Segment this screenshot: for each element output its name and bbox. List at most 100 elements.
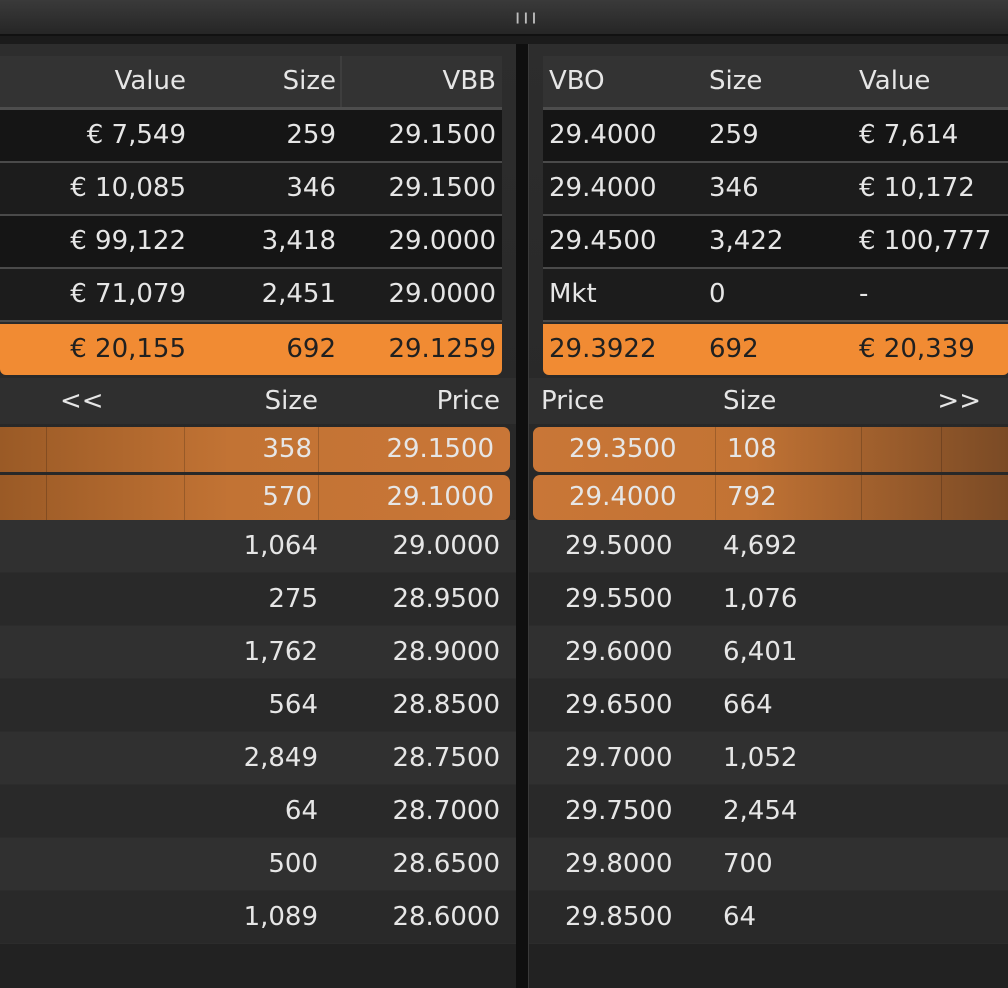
ask-book-row[interactable]: 29.6500 664 <box>529 679 1008 732</box>
pane-splitter[interactable] <box>516 44 528 988</box>
ask-book-row[interactable]: 29.8000 700 <box>529 838 1008 891</box>
column-header-value[interactable]: Value <box>115 56 186 107</box>
column-header-vbb[interactable]: VBB <box>443 56 496 107</box>
column-header-size[interactable]: Size <box>709 56 762 107</box>
size-cell: 2,451 <box>261 279 336 309</box>
value-cell: € 10,085 <box>70 173 186 203</box>
ask-summary-row[interactable]: 29.4000 346 € 10,172 <box>543 163 1008 216</box>
column-header-vbo[interactable]: VBO <box>549 56 605 107</box>
bid-book-row[interactable]: 570 29.1000 <box>0 475 510 520</box>
bid-summary-row[interactable]: € 99,122 3,418 29.0000 <box>0 216 502 269</box>
size-cell: 1,089 <box>243 902 318 932</box>
price-cell: 29.6000 <box>565 637 673 667</box>
bid-book-header: << Size Price <box>0 378 516 424</box>
size-cell: 64 <box>723 902 757 932</box>
bid-book-row[interactable]: 1,064 29.0000 <box>0 520 516 573</box>
ask-summary-row[interactable]: Mkt 0 - <box>543 269 1008 322</box>
bid-summary-table: Value Size VBB € 7,549 259 29.1500 € 10,… <box>0 56 502 375</box>
value-cell: € 20,339 <box>859 334 975 364</box>
vbb-cell: 29.1500 <box>388 173 496 203</box>
size-cell: 700 <box>723 849 773 879</box>
size-cell: 0 <box>709 279 726 309</box>
size-cell: 346 <box>709 173 759 203</box>
size-cell: 259 <box>286 120 336 150</box>
ask-book-row[interactable]: 29.7500 2,454 <box>529 785 1008 838</box>
ask-order-book: Price Size >> 29.3500 108 29.4000 792 29… <box>529 378 1008 944</box>
size-cell: 346 <box>286 173 336 203</box>
size-cell: 2,849 <box>243 743 318 773</box>
price-cell: 29.5500 <box>565 584 673 614</box>
price-cell: 29.3500 <box>569 434 677 464</box>
bid-book-row[interactable]: 1,089 28.6000 <box>0 891 516 944</box>
column-header-size[interactable]: Size <box>283 56 336 107</box>
column-header-size[interactable]: Size <box>723 378 776 424</box>
bid-book-row[interactable]: 64 28.7000 <box>0 785 516 838</box>
size-cell: 2,454 <box>723 796 798 826</box>
ask-pane: VBO Size Value 29.4000 259 € 7,614 29.40… <box>528 44 1008 988</box>
price-cell: 29.1500 <box>386 434 494 464</box>
drag-handle-icon[interactable]: ❙❙❙ <box>513 12 539 23</box>
size-cell: 1,052 <box>723 743 798 773</box>
vbb-cell: 29.1259 <box>388 334 496 364</box>
ask-book-row[interactable]: 29.3500 108 <box>533 427 1008 472</box>
scroll-left-button[interactable]: << <box>60 378 104 424</box>
ask-summary-average-row[interactable]: 29.3922 692 € 20,339 <box>543 324 1008 375</box>
vbo-cell: 29.4000 <box>549 173 657 203</box>
price-cell: 28.7500 <box>392 743 500 773</box>
ask-summary-row[interactable]: 29.4500 3,422 € 100,777 <box>543 216 1008 269</box>
size-cell: 259 <box>709 120 759 150</box>
vbb-cell: 29.1500 <box>388 120 496 150</box>
column-header-value[interactable]: Value <box>859 56 930 107</box>
bid-book-row[interactable]: 358 29.1500 <box>0 427 510 472</box>
bid-book-row[interactable]: 500 28.6500 <box>0 838 516 891</box>
bid-book-row[interactable]: 275 28.9500 <box>0 573 516 626</box>
column-header-price[interactable]: Price <box>437 378 500 424</box>
size-cell: 64 <box>284 796 318 826</box>
value-cell: € 20,155 <box>70 334 186 364</box>
ask-book-row[interactable]: 29.7000 1,052 <box>529 732 1008 785</box>
vbo-cell: 29.3922 <box>549 334 657 364</box>
price-cell: 28.9000 <box>392 637 500 667</box>
bid-book-row[interactable]: 564 28.8500 <box>0 679 516 732</box>
ask-book-header: Price Size >> <box>529 378 1008 424</box>
column-header-size[interactable]: Size <box>265 378 318 424</box>
ask-summary-table: VBO Size Value 29.4000 259 € 7,614 29.40… <box>543 56 1008 375</box>
size-cell: 1,064 <box>243 531 318 561</box>
size-cell: 792 <box>727 482 777 512</box>
size-cell: 664 <box>723 690 773 720</box>
ask-book-row[interactable]: 29.5500 1,076 <box>529 573 1008 626</box>
bid-summary-row[interactable]: € 71,079 2,451 29.0000 <box>0 269 502 322</box>
bid-book-row[interactable]: 1,762 28.9000 <box>0 626 516 679</box>
price-cell: 29.4000 <box>569 482 677 512</box>
price-cell: 29.7500 <box>565 796 673 826</box>
column-header-price[interactable]: Price <box>541 378 604 424</box>
value-cell: € 100,777 <box>859 226 992 256</box>
size-cell: 692 <box>709 334 759 364</box>
size-cell: 564 <box>268 690 318 720</box>
bid-summary-header: Value Size VBB <box>0 56 502 110</box>
bid-order-book: << Size Price 358 29.1500 570 29.1000 1,… <box>0 378 516 944</box>
vbo-cell: Mkt <box>549 279 597 309</box>
bid-book-row[interactable]: 2,849 28.7500 <box>0 732 516 785</box>
bid-summary-row[interactable]: € 7,549 259 29.1500 <box>0 110 502 163</box>
size-cell: 358 <box>262 434 312 464</box>
price-cell: 28.7000 <box>392 796 500 826</box>
ask-book-row[interactable]: 29.5000 4,692 <box>529 520 1008 573</box>
value-cell: € 10,172 <box>859 173 975 203</box>
bid-pane: Value Size VBB € 7,549 259 29.1500 € 10,… <box>0 44 517 988</box>
ask-book-row[interactable]: 29.8500 64 <box>529 891 1008 944</box>
ask-summary-row[interactable]: 29.4000 259 € 7,614 <box>543 110 1008 163</box>
ask-book-row[interactable]: 29.4000 792 <box>533 475 1008 520</box>
size-cell: 692 <box>286 334 336 364</box>
price-cell: 29.6500 <box>565 690 673 720</box>
size-cell: 570 <box>262 482 312 512</box>
size-cell: 3,422 <box>709 226 784 256</box>
value-cell: € 7,614 <box>859 120 959 150</box>
scroll-right-button[interactable]: >> <box>937 378 981 424</box>
price-cell: 28.6500 <box>392 849 500 879</box>
value-cell: - <box>859 279 869 309</box>
bid-summary-row[interactable]: € 10,085 346 29.1500 <box>0 163 502 216</box>
ask-book-row[interactable]: 29.6000 6,401 <box>529 626 1008 679</box>
bid-summary-average-row[interactable]: € 20,155 692 29.1259 <box>0 324 502 375</box>
price-cell: 29.8500 <box>565 902 673 932</box>
